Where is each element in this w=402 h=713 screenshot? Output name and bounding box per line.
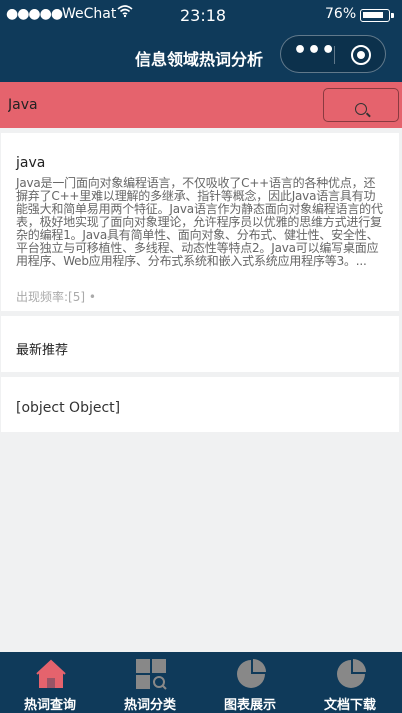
top-bar: ●●●●● WeChat 23:18 76% 信息领域热词分析 ••• <box>0 0 402 82</box>
mini-program-capsule: ••• <box>280 35 386 73</box>
pie-chart-icon <box>335 658 367 690</box>
search-input[interactable] <box>8 94 308 116</box>
tab-hot-word-category[interactable]: 热词分类 <box>100 652 200 713</box>
battery-percent: 76% <box>325 6 357 22</box>
tab-bar: 热词查询 热词分类 图表展示 文档下载 <box>0 652 402 713</box>
recommend-title: 最新推荐 <box>16 343 69 358</box>
more-options-icon[interactable]: ••• <box>293 40 335 65</box>
tab-hot-word-search[interactable]: 热词查询 <box>0 652 100 713</box>
result-card[interactable]: java Java是一门面向对象编程语言，不仅吸收了C++语言的各种优点，还摒弃… <box>1 133 399 311</box>
search-icon <box>355 103 367 115</box>
tab-label: 热词分类 <box>123 698 176 713</box>
signal-indicator: ●●●●● <box>6 6 63 22</box>
close-program-icon[interactable] <box>351 45 371 65</box>
pie-chart-icon <box>235 658 267 690</box>
result-title: java <box>16 155 46 171</box>
search-bar <box>0 82 402 128</box>
recommend-item[interactable]: [object Object] <box>1 377 399 432</box>
home-icon <box>35 658 67 690</box>
clock: 23:18 <box>180 6 227 25</box>
page-title: 信息领域热词分析 <box>135 50 264 69</box>
result-description: Java是一门面向对象编程语言，不仅吸收了C++语言的各种优点，还摒弃了C++里… <box>16 176 383 268</box>
result-frequency: 出现频率:[5] • <box>16 290 96 304</box>
tab-label: 热词查询 <box>23 698 76 713</box>
recommend-section: 最新推荐 <box>1 316 399 372</box>
status-bar: ●●●●● WeChat 23:18 76% <box>0 0 402 30</box>
recommend-item-text: [object Object] <box>16 400 121 416</box>
tab-chart-display[interactable]: 图表展示 <box>200 652 300 713</box>
tab-label: 图表展示 <box>223 698 276 713</box>
capsule-divider <box>334 46 335 64</box>
carrier-name: WeChat <box>62 6 117 22</box>
search-button[interactable] <box>323 88 399 122</box>
tab-document-download[interactable]: 文档下载 <box>300 652 400 713</box>
tab-label: 文档下载 <box>323 698 376 713</box>
grid-icon <box>135 658 167 690</box>
battery-icon <box>360 9 394 22</box>
wifi-icon <box>117 4 133 22</box>
